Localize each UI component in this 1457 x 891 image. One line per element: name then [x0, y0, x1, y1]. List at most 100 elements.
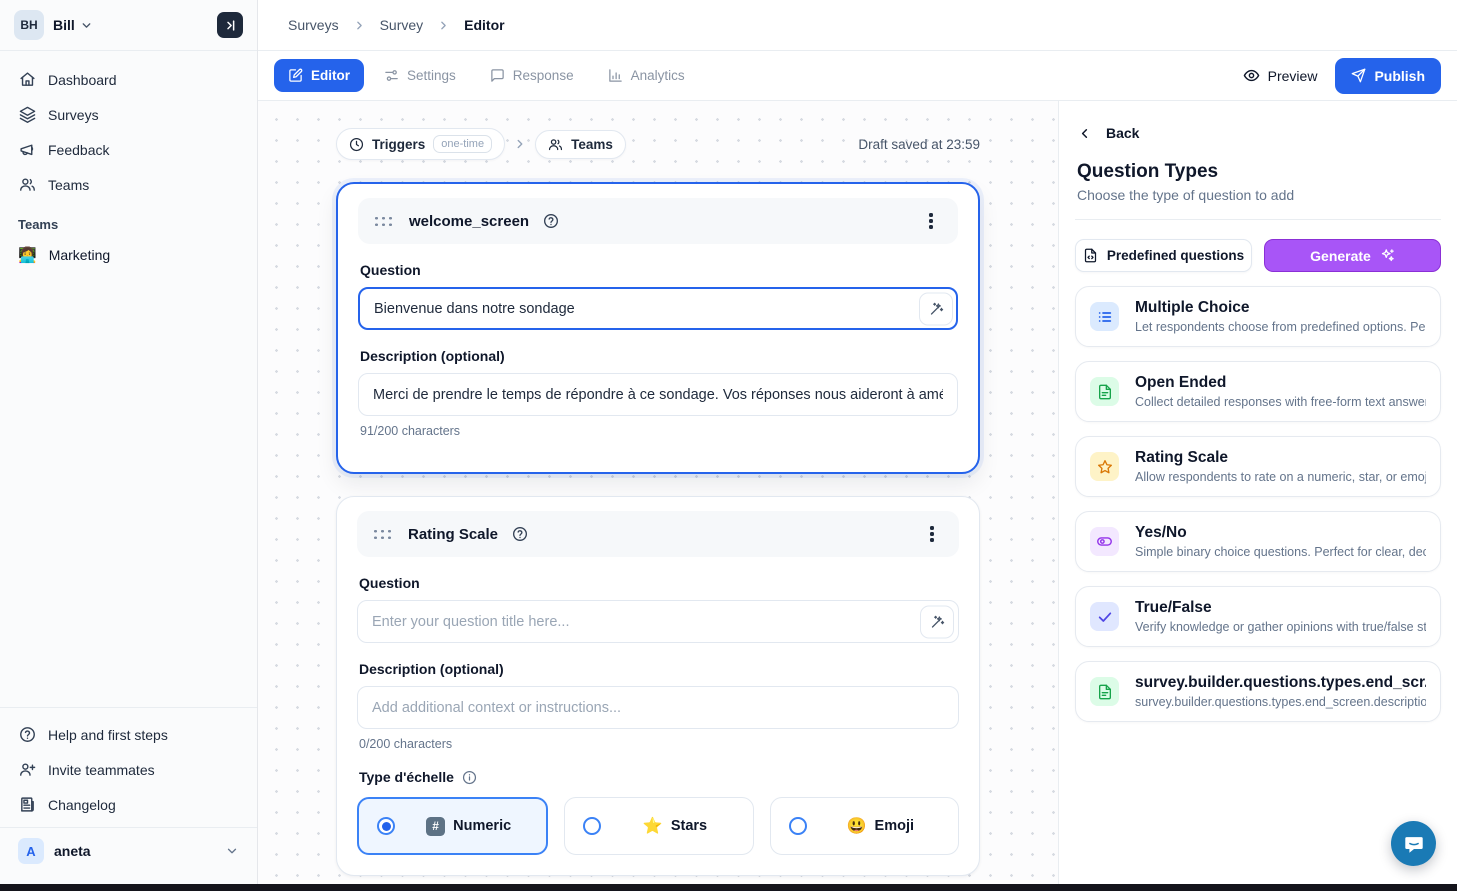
- question-card-header: welcome_screen: [358, 198, 958, 244]
- collapse-sidebar-button[interactable]: [217, 12, 243, 38]
- radio-checked-icon: [377, 817, 395, 835]
- question-type-name: Rating Scale: [1135, 449, 1426, 467]
- newspaper-icon: [18, 796, 36, 813]
- description-label: Description (optional): [359, 661, 959, 677]
- file-text-icon: [1090, 677, 1119, 706]
- list-icon: [1090, 302, 1119, 331]
- triggers-pill[interactable]: Triggers one-time: [336, 128, 505, 160]
- predefined-questions-button[interactable]: Predefined questions: [1075, 239, 1252, 272]
- users-icon: [18, 176, 36, 193]
- tab-label: Analytics: [631, 68, 685, 83]
- sidebar-item-label: Feedback: [48, 142, 109, 158]
- question-type-end-screen[interactable]: survey.builder.questions.types.end_scr..…: [1075, 661, 1441, 722]
- question-type-desc: survey.builder.questions.types.end_scree…: [1135, 695, 1426, 709]
- scale-option-emoji[interactable]: 😃 Emoji: [770, 797, 959, 855]
- sidebar-item-feedback[interactable]: Feedback: [10, 133, 247, 166]
- drag-handle-icon[interactable]: [371, 528, 394, 541]
- tab-settings[interactable]: Settings: [370, 59, 470, 92]
- help-circle-icon[interactable]: [543, 213, 559, 229]
- tab-response[interactable]: Response: [476, 59, 588, 92]
- drag-handle-icon[interactable]: [372, 215, 395, 228]
- question-card-welcome[interactable]: welcome_screen Question: [336, 182, 980, 474]
- card-menu-button[interactable]: [918, 208, 944, 234]
- account-menu[interactable]: A aneta: [0, 827, 257, 876]
- tab-editor[interactable]: Editor: [274, 59, 364, 92]
- magic-wand-icon: [929, 301, 944, 316]
- question-card-header: Rating Scale: [357, 511, 959, 557]
- sidebar-nav: Dashboard Surveys Feedback Teams: [0, 51, 257, 203]
- question-description-input[interactable]: [358, 373, 958, 416]
- sidebar-item-label: Dashboard: [48, 72, 117, 88]
- message-icon: [490, 68, 505, 83]
- question-type-multiple-choice[interactable]: Multiple Choice Let respondents choose f…: [1075, 286, 1441, 347]
- question-type-name: Multiple Choice: [1135, 299, 1426, 317]
- survey-canvas: Triggers one-time Teams Draft saved at 2…: [258, 101, 1058, 884]
- chat-widget-button[interactable]: [1391, 821, 1436, 866]
- clock-icon: [349, 137, 364, 152]
- tab-label: Editor: [311, 68, 350, 83]
- account-name: aneta: [54, 843, 91, 859]
- sidebar-item-invite[interactable]: Invite teammates: [10, 753, 247, 786]
- sidebar-footer: Help and first steps Invite teammates Ch…: [0, 707, 257, 884]
- sidebar-item-surveys[interactable]: Surveys: [10, 98, 247, 131]
- question-type-rating-scale[interactable]: Rating Scale Allow respondents to rate o…: [1075, 436, 1441, 497]
- question-title-input[interactable]: [358, 287, 958, 330]
- back-button[interactable]: Back: [1075, 121, 1441, 155]
- home-icon: [18, 71, 36, 88]
- char-count: 91/200 characters: [360, 424, 958, 438]
- question-type-desc: Collect detailed responses with free-for…: [1135, 395, 1426, 409]
- chevron-down-icon: [225, 844, 239, 858]
- sidebar-item-label: Surveys: [48, 107, 99, 123]
- question-description-input[interactable]: [357, 686, 959, 729]
- question-type-name: Open Ended: [1135, 374, 1426, 392]
- sidebar-item-label: Invite teammates: [48, 762, 155, 778]
- radio-icon: [583, 817, 601, 835]
- chevron-left-icon: [1077, 126, 1092, 141]
- send-icon: [1351, 68, 1366, 83]
- ai-rewrite-button[interactable]: [919, 292, 953, 325]
- generate-button[interactable]: Generate: [1264, 239, 1441, 272]
- question-type-true-false[interactable]: True/False Verify knowledge or gather op…: [1075, 586, 1441, 647]
- file-code-icon: [1083, 248, 1098, 263]
- question-card-rating[interactable]: Rating Scale Question: [336, 496, 980, 876]
- help-circle-icon[interactable]: [512, 526, 528, 542]
- scale-option-numeric[interactable]: # Numeric: [357, 797, 548, 855]
- panel-title: Question Types: [1075, 155, 1441, 185]
- scale-option-stars[interactable]: ⭐ Stars: [564, 797, 753, 855]
- tab-label: Response: [513, 68, 574, 83]
- team-emoji-icon: 👩‍💻: [18, 246, 37, 264]
- user-plus-icon: [18, 761, 36, 778]
- numeric-keycap-icon: #: [426, 817, 445, 836]
- scale-option-label: Stars: [671, 818, 707, 834]
- sidebar-item-marketing[interactable]: 👩‍💻 Marketing: [0, 238, 257, 272]
- kebab-icon: [929, 219, 932, 222]
- breadcrumb: Surveys Survey Editor: [258, 0, 1457, 51]
- question-type-open-ended[interactable]: Open Ended Collect detailed responses wi…: [1075, 361, 1441, 422]
- tab-analytics[interactable]: Analytics: [594, 59, 699, 92]
- card-menu-button[interactable]: [919, 521, 945, 547]
- teams-pill[interactable]: Teams: [535, 130, 626, 159]
- publish-button[interactable]: Publish: [1335, 58, 1441, 94]
- question-type-desc: Let respondents choose from predefined o…: [1135, 320, 1426, 334]
- sidebar-item-changelog[interactable]: Changelog: [10, 788, 247, 821]
- sidebar-item-teams[interactable]: Teams: [10, 168, 247, 201]
- question-title-input[interactable]: [357, 600, 959, 643]
- breadcrumb-survey[interactable]: Survey: [380, 17, 424, 33]
- help-circle-icon: [18, 726, 36, 743]
- workspace-switcher[interactable]: BH Bill: [0, 0, 257, 51]
- breadcrumb-surveys[interactable]: Surveys: [288, 17, 339, 33]
- question-card-title: Rating Scale: [408, 526, 498, 543]
- ai-rewrite-button[interactable]: [920, 605, 954, 638]
- users-icon: [548, 137, 563, 152]
- question-type-yes-no[interactable]: Yes/No Simple binary choice questions. P…: [1075, 511, 1441, 572]
- preview-button[interactable]: Preview: [1243, 67, 1318, 84]
- sidebar-item-help[interactable]: Help and first steps: [10, 718, 247, 751]
- question-type-desc: Verify knowledge or gather opinions with…: [1135, 620, 1426, 634]
- teams-section-label: Teams: [0, 203, 257, 238]
- star-emoji-icon: ⭐: [643, 816, 663, 836]
- publish-label: Publish: [1374, 68, 1425, 84]
- toggle-icon: [1090, 527, 1119, 556]
- sidebar-item-dashboard[interactable]: Dashboard: [10, 63, 247, 96]
- workspace-avatar: BH: [14, 10, 44, 40]
- info-icon[interactable]: [462, 770, 477, 785]
